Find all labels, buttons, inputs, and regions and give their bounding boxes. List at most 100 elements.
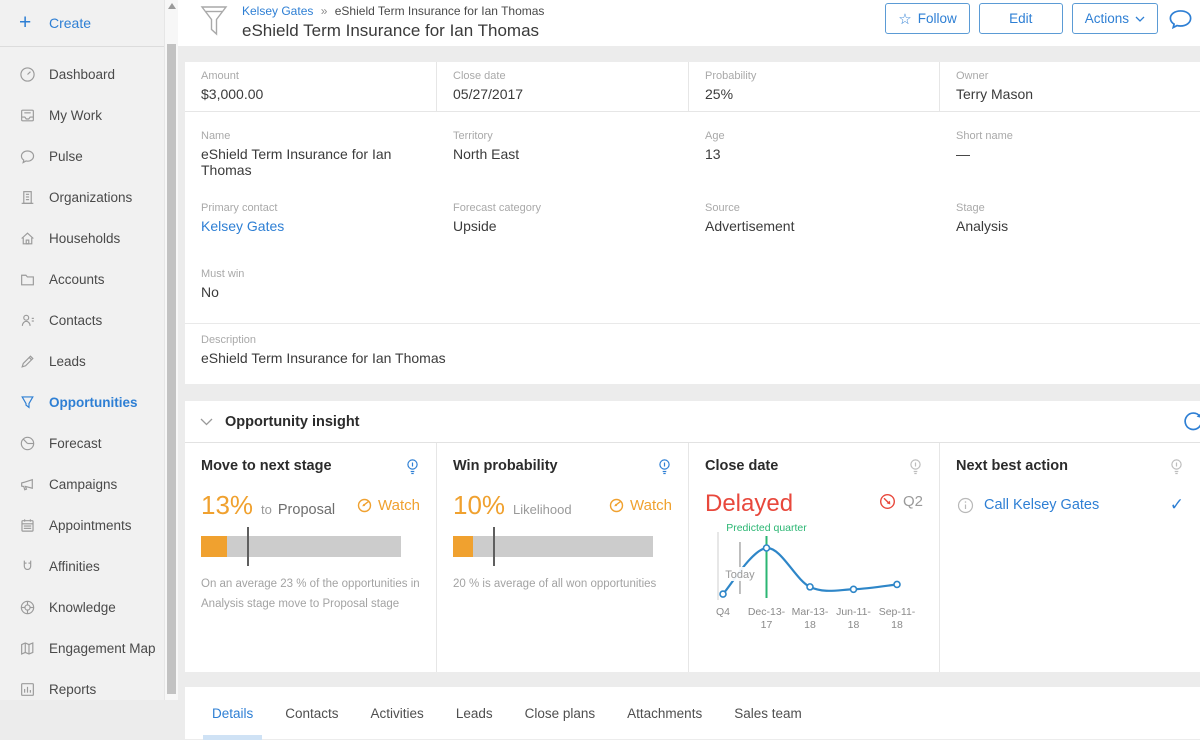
- card-title: Move to next stage: [201, 458, 332, 474]
- watch-button[interactable]: Watch: [608, 497, 672, 514]
- next-best-action-card: Next best action Call Kelsey Gates ✓: [940, 443, 1200, 672]
- dashboard-icon: [19, 66, 49, 83]
- sidebar-item-contacts[interactable]: Contacts: [0, 300, 178, 341]
- lifebuoy-icon: [19, 599, 49, 616]
- close-date-chart: Predicted quarterToday Q4Dec-13- 17Mar-1…: [705, 522, 923, 638]
- sidebar-item-accounts[interactable]: Accounts: [0, 259, 178, 300]
- magnet-icon: [19, 558, 49, 575]
- chart-x-labels: Q4Dec-13- 17Mar-13- 18Jun-11- 18Sep-11- …: [705, 606, 923, 638]
- sidebar-item-pulse[interactable]: Pulse: [0, 136, 178, 177]
- primary-contact-link[interactable]: Kelsey Gates: [201, 218, 421, 234]
- tab-leads[interactable]: Leads: [453, 702, 496, 725]
- trend-down-icon: [878, 492, 897, 511]
- sidebar-item-campaigns[interactable]: Campaigns: [0, 464, 178, 505]
- bulb-icon[interactable]: [405, 458, 420, 482]
- chevron-down-icon: [1135, 16, 1145, 22]
- win-percent: 10%: [453, 490, 505, 521]
- sidebar-item-knowledge[interactable]: Knowledge: [0, 587, 178, 628]
- close-date-status: Delayed: [705, 490, 793, 518]
- speech-bubble-icon: [19, 148, 49, 165]
- folder-icon: [19, 271, 49, 288]
- sidebar-item-affinities[interactable]: Affinities: [0, 546, 178, 587]
- field-amount: Amount $3,000.00: [185, 62, 437, 111]
- field-owner: Owner Terry Mason: [940, 62, 1200, 111]
- move-to-next-stage-card: Move to next stage 13% to Proposal Watch: [185, 443, 437, 672]
- sidebar-item-engagement-map[interactable]: Engagement Map: [0, 628, 178, 669]
- field-source: SourceAdvertisement: [689, 193, 940, 249]
- follow-button[interactable]: ☆ Follow: [885, 3, 969, 34]
- field-age: Age13: [689, 121, 940, 193]
- call-contact-link[interactable]: Call Kelsey Gates: [984, 497, 1099, 513]
- win-progress-bar: [453, 536, 653, 557]
- person-icon: [19, 312, 49, 329]
- breadcrumb-current: eShield Term Insurance for Ian Thomas: [335, 4, 545, 18]
- tab-contacts[interactable]: Contacts: [282, 702, 341, 725]
- field-stage: StageAnalysis: [940, 193, 1200, 249]
- header-actions: ☆ Follow Edit Actions: [885, 3, 1194, 39]
- sidebar-item-my-work[interactable]: My Work: [0, 95, 178, 136]
- pie-icon: [19, 435, 49, 452]
- chat-icon[interactable]: [1167, 7, 1194, 39]
- bulb-icon[interactable]: [1169, 458, 1184, 482]
- house-icon: [19, 230, 49, 247]
- bulb-icon[interactable]: [908, 458, 923, 482]
- field-short-name: Short name—: [940, 121, 1200, 193]
- edit-button[interactable]: Edit: [979, 3, 1063, 34]
- page-title: eShield Term Insurance for Ian Thomas: [242, 21, 544, 41]
- tab-sales-team[interactable]: Sales team: [731, 702, 805, 725]
- plus-icon: +: [19, 11, 49, 35]
- insight-header: Opportunity insight: [185, 401, 1200, 443]
- watch-icon: [356, 497, 373, 514]
- bulb-icon[interactable]: [657, 458, 672, 482]
- refresh-icon[interactable]: [1180, 410, 1200, 439]
- sidebar-item-forecast[interactable]: Forecast: [0, 423, 178, 464]
- related-tabs-bar: Details Contacts Activities Leads Close …: [185, 687, 1200, 739]
- watch-icon: [608, 497, 625, 514]
- sidebar-item-households[interactable]: Households: [0, 218, 178, 259]
- tab-details[interactable]: Details: [209, 702, 256, 725]
- svg-text:Today: Today: [725, 569, 755, 581]
- stage-percent: 13%: [201, 490, 253, 521]
- sidebar-scrollbar[interactable]: [164, 0, 178, 700]
- map-icon: [19, 640, 49, 657]
- sidebar: + Create Dashboard My Work Pulse Organiz…: [0, 0, 178, 700]
- record-header: Kelsey Gates » eShield Term Insurance fo…: [178, 0, 1200, 46]
- watch-button[interactable]: Watch: [356, 497, 420, 514]
- megaphone-icon: [19, 476, 49, 493]
- fields-grid: NameeShield Term Insurance for Ian Thoma…: [185, 112, 1200, 323]
- tab-close-plans[interactable]: Close plans: [522, 702, 599, 725]
- field-close-date: Close date 05/27/2017: [437, 62, 689, 111]
- card-title: Next best action: [956, 458, 1068, 474]
- breadcrumb-parent-link[interactable]: Kelsey Gates: [242, 4, 313, 18]
- collapse-chevron-icon[interactable]: [200, 418, 213, 426]
- card-note: On an average 23 % of the opportunities …: [201, 574, 420, 614]
- scrollbar-thumb[interactable]: [167, 44, 176, 694]
- actions-button[interactable]: Actions: [1072, 3, 1158, 34]
- field-forecast-category: Forecast categoryUpside: [437, 193, 689, 249]
- benchmark-marker: [493, 527, 495, 566]
- insight-title: Opportunity insight: [225, 414, 360, 430]
- scroll-up-arrow[interactable]: [168, 3, 176, 9]
- tab-activities[interactable]: Activities: [368, 702, 427, 725]
- sidebar-item-reports[interactable]: Reports: [0, 669, 178, 710]
- sidebar-item-leads[interactable]: Leads: [0, 341, 178, 382]
- progress-fill: [201, 536, 227, 557]
- sidebar-item-opportunities[interactable]: Opportunities: [0, 382, 178, 423]
- card-note: 20 % is average of all won opportunities: [453, 574, 672, 594]
- card-title: Close date: [705, 458, 778, 474]
- sidebar-item-appointments[interactable]: Appointments: [0, 505, 178, 546]
- star-icon: ☆: [898, 10, 911, 28]
- field-description: Description eShield Term Insurance for I…: [185, 323, 1200, 384]
- create-button[interactable]: + Create: [0, 0, 178, 47]
- info-icon[interactable]: [956, 496, 975, 515]
- sidebar-nav: Dashboard My Work Pulse Organizations Ho…: [0, 47, 178, 710]
- main-content: Kelsey Gates » eShield Term Insurance fo…: [178, 0, 1200, 700]
- sidebar-item-organizations[interactable]: Organizations: [0, 177, 178, 218]
- progress-fill: [453, 536, 473, 557]
- complete-check-icon[interactable]: ✓: [1170, 495, 1184, 515]
- tab-attachments[interactable]: Attachments: [624, 702, 705, 725]
- stage-progress-bar: [201, 536, 401, 557]
- funnel-icon: [19, 394, 49, 411]
- sidebar-item-dashboard[interactable]: Dashboard: [0, 54, 178, 95]
- pencil-icon: [19, 353, 49, 370]
